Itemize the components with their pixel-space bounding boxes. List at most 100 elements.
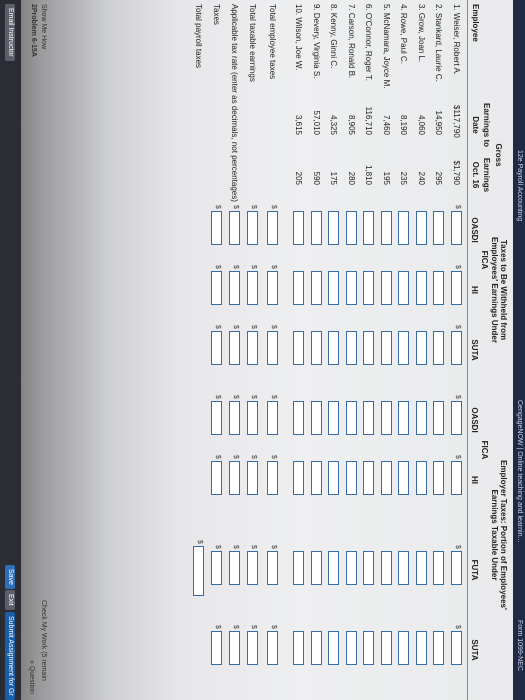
answer-input[interactable] [247,551,258,585]
answer-input[interactable] [229,271,240,305]
answer-input[interactable] [293,211,305,245]
answer-input[interactable] [247,631,258,665]
answer-input[interactable] [211,631,222,665]
answer-input[interactable] [247,271,258,305]
question-nav[interactable]: « Question [28,660,35,694]
answer-input[interactable] [416,401,427,435]
answer-input[interactable] [451,631,462,665]
answer-input[interactable] [398,461,410,495]
answer-input[interactable] [451,401,462,435]
answer-input[interactable] [311,461,322,495]
answer-input[interactable] [363,211,375,245]
answer-input[interactable] [346,461,357,495]
answer-input[interactable] [328,401,340,435]
answer-input[interactable] [381,631,392,665]
answer-input[interactable] [346,401,357,435]
answer-input[interactable] [381,211,392,245]
answer-input[interactable] [381,271,392,305]
answer-input[interactable] [433,631,445,665]
breadcrumb-mid[interactable]: CengageNOW | Online teaching and learnin… [516,400,523,542]
answer-input[interactable] [267,271,278,305]
answer-input[interactable] [247,211,258,245]
answer-input[interactable] [381,401,392,435]
answer-input[interactable] [433,401,445,435]
answer-input[interactable] [363,461,375,495]
email-instructor-button[interactable]: Email Instructor [5,4,15,61]
answer-input[interactable] [211,271,222,305]
answer-input[interactable] [451,211,462,245]
answer-input[interactable] [247,401,258,435]
answer-input[interactable] [211,551,222,585]
breadcrumb-left[interactable]: 12e Payroll Accounting [516,150,523,221]
answer-input[interactable] [433,551,445,585]
answer-input[interactable] [398,401,410,435]
answer-input[interactable] [293,271,305,305]
answer-input[interactable] [293,401,305,435]
answer-input[interactable] [293,631,305,665]
submit-assignment-button[interactable]: Submit Assignment for Gr [5,612,15,700]
answer-input[interactable] [346,331,357,365]
answer-input[interactable] [381,551,392,585]
save-button[interactable]: Save [5,565,15,589]
total-payroll-input[interactable] [193,546,204,596]
answer-input[interactable] [328,631,340,665]
answer-input[interactable] [211,211,222,245]
answer-input[interactable] [398,551,410,585]
answer-input[interactable] [267,331,278,365]
answer-input[interactable] [267,551,278,585]
answer-input[interactable] [311,551,322,585]
answer-input[interactable] [451,551,462,585]
answer-input[interactable] [328,551,340,585]
answer-input[interactable] [416,271,427,305]
answer-input[interactable] [311,211,322,245]
answer-input[interactable] [328,271,340,305]
answer-input[interactable] [267,461,278,495]
answer-input[interactable] [328,211,340,245]
answer-input[interactable] [381,461,392,495]
answer-input[interactable] [267,401,278,435]
answer-input[interactable] [346,551,357,585]
answer-input[interactable] [451,271,462,305]
answer-input[interactable] [247,331,258,365]
answer-input[interactable] [211,331,222,365]
answer-input[interactable] [416,631,427,665]
answer-input[interactable] [293,551,305,585]
answer-input[interactable] [363,331,375,365]
answer-input[interactable] [416,461,427,495]
answer-input[interactable] [346,631,357,665]
answer-input[interactable] [433,271,445,305]
answer-input[interactable] [229,461,240,495]
answer-input[interactable] [267,211,278,245]
answer-input[interactable] [229,331,240,365]
answer-input[interactable] [416,211,427,245]
answer-input[interactable] [229,401,240,435]
answer-input[interactable] [328,461,340,495]
answer-input[interactable] [247,461,258,495]
answer-input[interactable] [293,331,305,365]
answer-input[interactable] [328,331,340,365]
check-my-work-link[interactable]: Check My Work (5 remain [40,600,47,681]
exit-button[interactable]: Exit [5,590,15,610]
answer-input[interactable] [416,331,427,365]
answer-input[interactable] [346,271,357,305]
answer-input[interactable] [451,331,462,365]
answer-input[interactable] [363,271,375,305]
answer-input[interactable] [346,211,357,245]
answer-input[interactable] [433,211,445,245]
answer-input[interactable] [229,631,240,665]
answer-input[interactable] [311,631,322,665]
answer-input[interactable] [311,401,322,435]
answer-input[interactable] [311,331,322,365]
answer-input[interactable] [363,401,375,435]
answer-input[interactable] [433,331,445,365]
show-key-label[interactable]: Show Me How [40,4,47,49]
answer-input[interactable] [398,271,410,305]
answer-input[interactable] [293,461,305,495]
breadcrumb-right[interactable]: Form 1099-NEC [516,620,523,671]
answer-input[interactable] [398,331,410,365]
answer-input[interactable] [381,331,392,365]
answer-input[interactable] [211,461,222,495]
answer-input[interactable] [416,551,427,585]
answer-input[interactable] [433,461,445,495]
answer-input[interactable] [267,631,278,665]
